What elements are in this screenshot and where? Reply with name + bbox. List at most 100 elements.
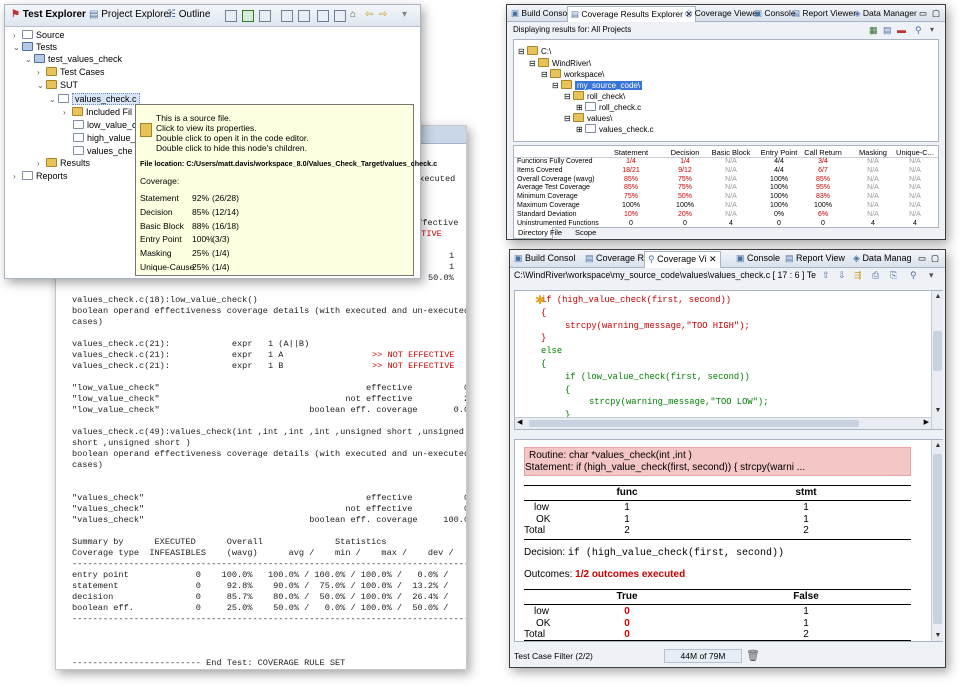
tab-coverage-results-explorer[interactable]: ▤ Coverage Results Explorer ✕ <box>567 6 697 22</box>
collapse-icon[interactable]: ⌄ <box>25 54 34 66</box>
scroll-thumb[interactable] <box>933 331 942 371</box>
tab-outline[interactable]: ☷ Outline <box>167 9 210 20</box>
filter-covered-icon[interactable] <box>317 10 329 22</box>
scroll-up-arrow[interactable]: ▲ <box>932 291 944 302</box>
link-editor-icon[interactable] <box>242 10 254 22</box>
tree-node-roll-check-c[interactable]: ⊞ roll_check.c <box>576 102 641 112</box>
tree-node-test-cases[interactable]: › Test Cases <box>37 66 105 78</box>
tab-project-explorer[interactable]: ▤ Project Explorer <box>89 9 172 20</box>
table-row[interactable]: Overall Coverage (wavg) 85% 75% N/A 100% 85% N… <box>514 176 938 185</box>
collapse-icon[interactable]: ⌄ <box>49 94 58 106</box>
expand-icon[interactable]: › <box>37 67 46 79</box>
column-header[interactable]: Statement <box>606 148 656 157</box>
collapse-icon[interactable]: ⊟ <box>541 70 548 79</box>
code-horizontal-scrollbar[interactable]: ◀ ▶ <box>515 417 931 429</box>
up-arrow-icon[interactable]: ⇧ <box>822 270 829 281</box>
column-header[interactable]: Call Return <box>798 148 848 157</box>
minimize-icon[interactable]: ▭ <box>918 253 926 264</box>
tree-node-included-files[interactable]: › Included Fil <box>63 106 132 118</box>
view-menu-icon[interactable]: ▾ <box>929 270 933 281</box>
expand-icon[interactable]: › <box>13 171 22 183</box>
tree-node-source[interactable]: › Source <box>13 29 65 41</box>
search-icon[interactable]: ⚲ <box>915 25 922 36</box>
filter-uncovered-icon[interactable] <box>334 10 346 22</box>
collapse-icon[interactable]: ⊟ <box>564 92 571 101</box>
next-icon[interactable]: ⇶ <box>854 270 861 281</box>
minimize-icon[interactable]: ▭ <box>919 8 927 19</box>
tree-node-windriver[interactable]: ⊟ WindRiver\ <box>529 58 591 68</box>
tab-console[interactable]: ▣ Console <box>736 253 780 264</box>
collapse-icon[interactable]: ⊟ <box>518 47 525 56</box>
tab-coverage-viewer[interactable]: ◎ Coverage Viewer <box>685 8 760 19</box>
forward-arrow-icon[interactable]: ⇨ <box>379 9 387 20</box>
table-row[interactable]: Average Test Coverage 85% 75% N/A 100% 95% N/A… <box>514 184 938 193</box>
tab-report-viewer[interactable]: ▤ Report Viewer <box>792 8 856 19</box>
tab-scope[interactable]: Scope <box>575 228 596 237</box>
close-icon[interactable]: ✕ <box>709 254 717 264</box>
home-icon[interactable]: ⌂ <box>350 9 356 20</box>
table-row[interactable]: Functions Fully Covered 1/4 1/4 N/A 4/4 3/4 N/… <box>514 158 938 167</box>
maximize-icon[interactable]: ▢ <box>932 8 940 19</box>
column-header[interactable]: Unique-C... <box>890 148 940 157</box>
collapse-icon[interactable]: ⊟ <box>564 114 571 123</box>
table-row[interactable]: Standard Deviation 10% 20% N/A 0% 6% N/A N/A <box>514 211 938 220</box>
copy-icon[interactable]: ⎘ <box>890 270 897 281</box>
tab-report-viewer[interactable]: ▤ Report View <box>785 253 845 264</box>
remove-icon[interactable]: ▬ <box>897 25 906 35</box>
code-editor[interactable]: if (high_value_check(first, second)) {str… <box>514 290 943 430</box>
tree-node-values-check-c[interactable]: ⊞ values_check.c <box>576 124 654 134</box>
scroll-down-arrow[interactable]: ▼ <box>932 630 944 641</box>
tab-data-manager[interactable]: ◈ Data Manager <box>854 8 917 19</box>
table-row[interactable]: Minimum Coverage 75% 50% N/A 100% 83% N/A N/A <box>514 193 938 202</box>
collapse-icon[interactable]: ⊟ <box>552 81 559 90</box>
scroll-right-arrow[interactable]: ▶ <box>924 418 929 426</box>
trash-icon[interactable]: 🗑 <box>746 649 760 662</box>
tree-node-c-drive[interactable]: ⊟ C:\ <box>518 46 551 56</box>
filter-executed-icon[interactable] <box>281 10 293 22</box>
tree-node-results[interactable]: › Results <box>37 157 90 169</box>
print-icon[interactable]: ⎙ <box>872 270 879 281</box>
tab-coverage-results[interactable]: ▤ Coverage R <box>585 253 644 264</box>
expand-icon[interactable]: ⊞ <box>576 125 583 134</box>
tree-node-my-source-code[interactable]: ⊟ my_source_code\ <box>552 80 643 90</box>
maximize-icon[interactable]: ▢ <box>931 253 939 264</box>
tree-node-values[interactable]: ⊟ values\ <box>564 113 612 123</box>
scroll-thumb[interactable] <box>529 420 859 427</box>
tree-node-low-value-check[interactable]: low_value_c <box>73 119 137 131</box>
view-menu-icon[interactable]: ▾ <box>930 25 934 34</box>
tree-node-values-check-c[interactable]: ⌄ values_check.c <box>49 93 140 105</box>
tree-node-sut[interactable]: ⌄ SUT <box>37 79 78 91</box>
collapse-icon[interactable]: ⊟ <box>529 59 536 68</box>
column-header[interactable]: Basic Block <box>706 148 756 157</box>
tree-node-roll-check[interactable]: ⊟ roll_check\ <box>564 91 625 101</box>
filter-unexecuted-icon[interactable] <box>298 10 310 22</box>
tree-node-test-values-check[interactable]: ⌄ test_values_check <box>25 53 122 65</box>
tree-node-tests[interactable]: ⌄ Tests <box>13 41 57 53</box>
collapse-icon[interactable]: ⌄ <box>37 80 46 92</box>
tab-data-manager[interactable]: ◈ Data Manag <box>853 253 911 264</box>
test-case-filter[interactable]: Test Case Filter (2/2) <box>514 651 593 661</box>
column-header[interactable]: Entry Point <box>754 148 804 157</box>
tab-console[interactable]: ▣ Console <box>754 8 796 19</box>
scroll-thumb[interactable] <box>933 454 942 624</box>
expand-icon[interactable]: › <box>63 107 72 119</box>
table-row[interactable]: Items Covered 18/21 9/12 N/A 4/4 6/7 N/A N/A <box>514 167 938 176</box>
expand-icon[interactable]: ⊞ <box>576 103 583 112</box>
tab-test-explorer[interactable]: ⚑ Test Explorer <box>11 9 86 20</box>
column-header[interactable]: Decision <box>660 148 710 157</box>
tab-coverage-viewer[interactable]: ⚲ Coverage Vi ✕ <box>644 251 721 268</box>
expand-icon[interactable]: › <box>37 158 46 170</box>
tab-file[interactable]: File <box>550 228 562 237</box>
grid-icon[interactable]: ▦ <box>869 25 878 36</box>
tab-build-console[interactable]: ▣ Build Console <box>511 8 574 19</box>
tree-node-workspace[interactable]: ⊟ workspace\ <box>541 69 604 79</box>
scroll-up-arrow[interactable]: ▲ <box>932 440 944 451</box>
back-arrow-icon[interactable]: ⇦ <box>365 9 373 20</box>
scroll-down-arrow[interactable]: ▼ <box>932 405 944 416</box>
view-menu-icon[interactable]: ▾ <box>402 9 407 20</box>
tab-build-console[interactable]: ▣ Build Consol <box>514 253 576 264</box>
tree-node-values-check[interactable]: values_che <box>73 145 133 157</box>
collapse-all-icon[interactable] <box>225 10 237 22</box>
search-icon[interactable]: ⚲ <box>910 270 916 281</box>
tree-node-reports[interactable]: › Reports <box>13 170 68 182</box>
